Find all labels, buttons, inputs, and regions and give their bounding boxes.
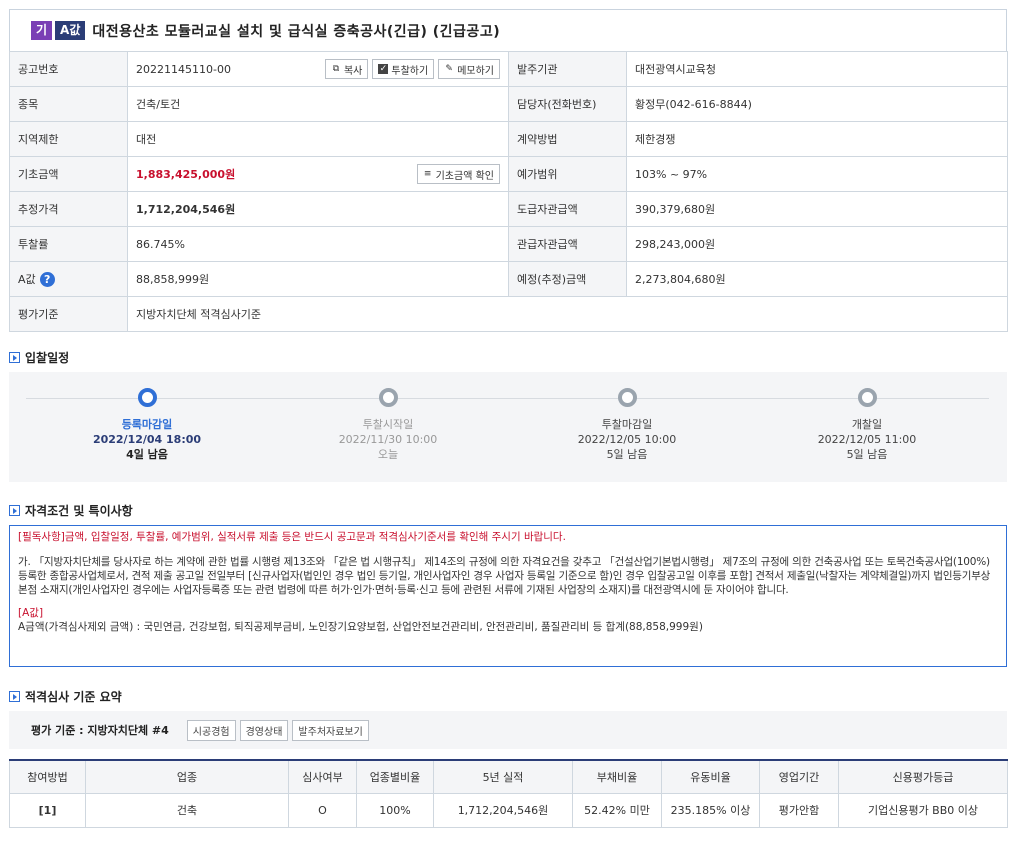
table-row: [1] 건축 O 100% 1,712,204,546원 52.42% 미만 2… — [9, 792, 1008, 828]
gov-supply-label: 관급자관급액 — [508, 226, 627, 262]
eval-value: 지방자치단체 적격심사기준 — [127, 296, 1008, 332]
page-title: 대전용산초 모듈러교실 설치 및 급식실 증축공사(긴급) (긴급공고) — [92, 23, 501, 40]
bid-button[interactable]: ✓ 투찰하기 — [372, 59, 435, 79]
column-header: 5년 실적 — [433, 759, 573, 794]
base-amount-label: 기초금액 — [9, 156, 128, 192]
notice-info-table: 공고번호 20221145110-00 ⧉ 복사 ✓ 투찰하기 ✎ 메모하기 발주기관… — [9, 51, 1008, 332]
base-amount-value: 1,883,425,000원 — [136, 168, 236, 181]
criteria-header-row: 참여방법 업종 심사여부 업종별비율 5년 실적 부채비율 유동비율 영업기간 … — [9, 759, 1008, 794]
base-amount-check-button[interactable]: ≡ 기초금액 확인 — [416, 164, 500, 184]
copy-icon: ⧉ — [332, 64, 340, 74]
notice-no-value: 20221145110-00 — [136, 62, 231, 76]
planned-amount-value: 2,273,804,680원 — [626, 261, 1008, 297]
bid-rate-value: 86.745% — [127, 226, 509, 262]
step-opening: 개찰일 2022/12/05 11:00 5일 남음 — [787, 388, 947, 463]
step-dot-icon — [617, 388, 637, 407]
estimate-label: 추정가격 — [9, 191, 128, 227]
supply-value: 390,379,680원 — [626, 191, 1008, 227]
a-value-heading: [A값] — [18, 607, 44, 619]
notice-no-label: 공고번호 — [9, 51, 128, 87]
management-status-button[interactable]: 경영상태 — [239, 719, 289, 741]
type-value: 건축/토건 — [127, 86, 509, 122]
agency-value: 대전광역시교육청 — [626, 51, 1008, 87]
contact-value: 황정무(042-616-8844) — [626, 86, 1008, 122]
step-bid-start: 투찰시작일 2022/11/30 10:00 오늘 — [308, 388, 468, 463]
step-dot-icon — [137, 388, 157, 407]
planned-amount-label: 예정(추정)금액 — [508, 261, 627, 297]
table-cell: 1,712,204,546원 — [433, 792, 573, 828]
column-header: 유동비율 — [661, 759, 760, 794]
column-header: 신용평가등급 — [838, 759, 1008, 794]
column-header: 영업기간 — [759, 759, 839, 794]
gov-supply-value: 298,243,000원 — [626, 226, 1008, 262]
table-cell: 235.185% 이상 — [661, 792, 760, 828]
check-icon: ✓ — [378, 64, 389, 74]
step-dot-icon — [378, 388, 398, 407]
column-header: 참여방법 — [9, 759, 86, 794]
method-value: 제한경쟁 — [626, 121, 1008, 157]
qualification-box: [필독사항]금액, 입찰일정, 투찰률, 예가범위, 실적서류 제출 등은 반드… — [9, 525, 1007, 667]
method-label: 계약방법 — [508, 121, 627, 157]
range-label: 예가범위 — [508, 156, 627, 192]
step-dot-icon — [857, 388, 877, 407]
column-header: 부채비율 — [572, 759, 662, 794]
criteria-bar: 평가 기준 : 지방자치단체 #4 시공경험 경영상태 발주처자료보기 — [9, 711, 1007, 749]
range-value: 103% ~ 97% — [626, 156, 1008, 192]
qualification-section-title: 자격조건 및 특이사항 — [9, 502, 133, 519]
memo-button[interactable]: ✎ 메모하기 — [438, 59, 500, 79]
column-header: 업종 — [85, 759, 289, 794]
a-value-badge: A값 — [55, 21, 86, 40]
bid-rate-label: 투찰률 — [9, 226, 128, 262]
section-arrow-icon — [9, 352, 20, 363]
construction-experience-button[interactable]: 시공경험 — [186, 719, 236, 741]
step-bid-deadline: 투찰마감일 2022/12/05 10:00 5일 남음 — [547, 388, 707, 463]
agency-label: 발주기관 — [508, 51, 627, 87]
table-cell: 평가안함 — [759, 792, 839, 828]
estimate-value: 1,712,204,546원 — [127, 191, 509, 227]
edit-icon: ✎ — [445, 64, 453, 74]
column-header: 업종별비율 — [356, 759, 434, 794]
table-cell: 52.42% 미만 — [572, 792, 662, 828]
region-label: 지역제한 — [9, 121, 128, 157]
criteria-label: 평가 기준 : 지방자치단체 #4 — [31, 724, 169, 737]
criteria-table: 참여방법 업종 심사여부 업종별비율 5년 실적 부채비율 유동비율 영업기간 … — [9, 759, 1008, 828]
table-cell: 100% — [356, 792, 434, 828]
criteria-section-title: 적격심사 기준 요약 — [9, 688, 122, 705]
table-cell: 기업신용평가 BB0 이상 — [838, 792, 1008, 828]
column-header: 심사여부 — [288, 759, 357, 794]
type-label: 종목 — [9, 86, 128, 122]
must-read-notice: [필독사항]금액, 입찰일정, 투찰률, 예가범위, 실적서류 제출 등은 반드… — [18, 531, 566, 543]
eval-label: 평가기준 — [9, 296, 128, 332]
type-badge: 기 — [31, 21, 53, 40]
table-cell: O — [288, 792, 357, 828]
table-cell: [1] — [9, 792, 86, 828]
section-arrow-icon — [9, 505, 20, 516]
a-value-text: A금액(가격심사제외 금액) : 국민연금, 건강보험, 퇴직공제부금비, 노인… — [18, 621, 703, 633]
qualification-text: 가. 「지방자치단체를 당사자로 하는 계약에 관한 법률 시행령 제13조와 … — [18, 556, 991, 596]
notice-title-bar: 기 A값 대전용산초 모듈러교실 설치 및 급식실 증축공사(긴급) (긴급공고… — [9, 9, 1007, 51]
database-icon: ≡ — [423, 169, 432, 179]
a-value-label: A값 — [18, 272, 36, 286]
client-data-button[interactable]: 발주처자료보기 — [292, 719, 369, 741]
schedule-section-title: 입찰일정 — [9, 349, 69, 366]
copy-button[interactable]: ⧉ 복사 — [324, 59, 369, 79]
schedule-timeline: 등록마감일 2022/12/04 18:00 4일 남음 투찰시작일 2022/… — [9, 372, 1007, 482]
supply-label: 도급자관급액 — [508, 191, 627, 227]
section-arrow-icon — [9, 691, 20, 702]
help-icon[interactable]: ? — [39, 272, 55, 288]
contact-label: 담당자(전화번호) — [508, 86, 627, 122]
step-registration-deadline: 등록마감일 2022/12/04 18:00 4일 남음 — [67, 388, 227, 463]
table-cell: 건축 — [85, 792, 289, 828]
a-value-value: 88,858,999원 — [127, 261, 509, 297]
region-value: 대전 — [127, 121, 509, 157]
